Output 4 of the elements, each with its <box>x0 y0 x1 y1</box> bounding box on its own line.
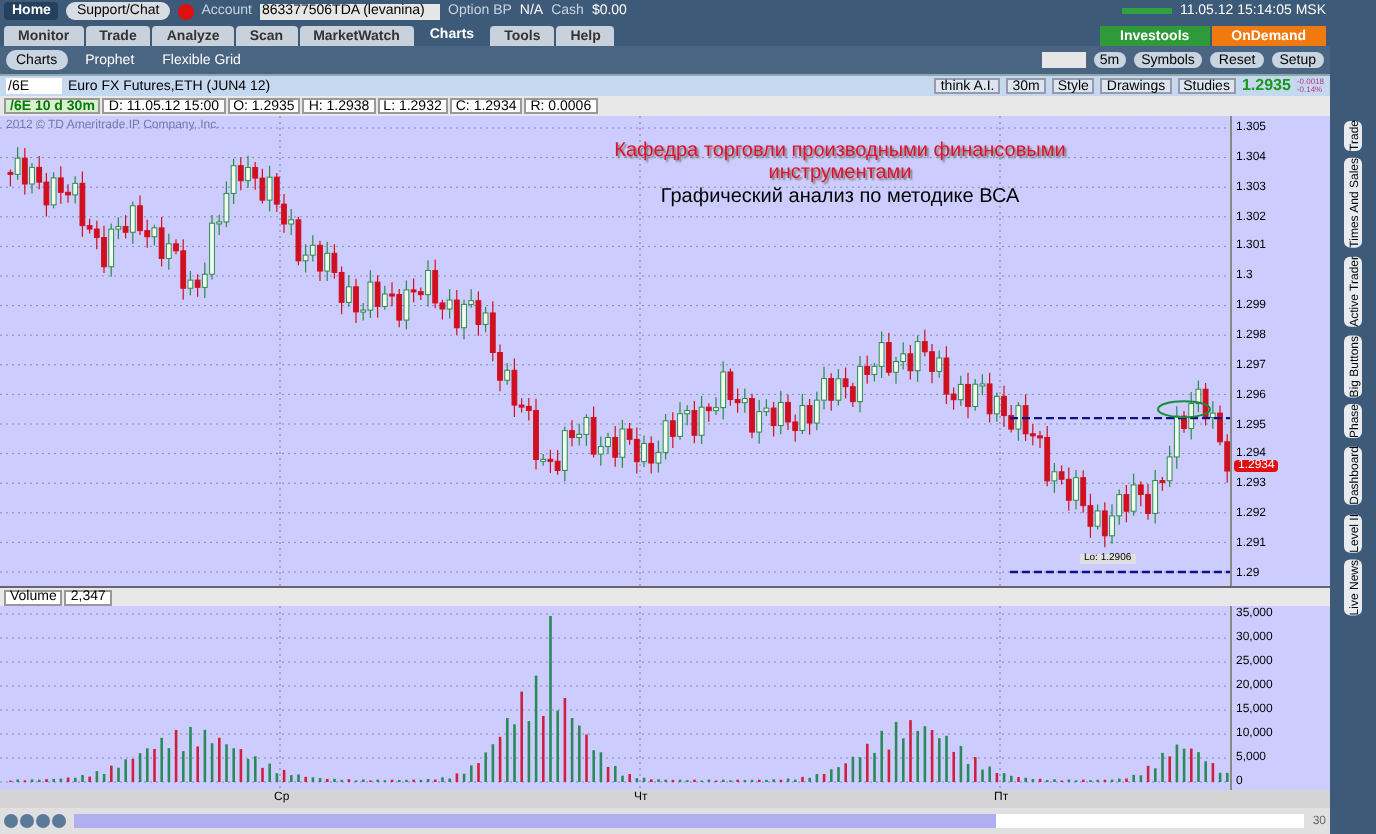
last-price: 1.2935 <box>1241 78 1291 94</box>
chart-subtitle: Графический анализ по методике ВСА <box>660 186 1020 210</box>
chart-title: Кафедра торговли производными финансовыми <box>614 140 1066 162</box>
chart-title: инструментами <box>768 162 912 184</box>
